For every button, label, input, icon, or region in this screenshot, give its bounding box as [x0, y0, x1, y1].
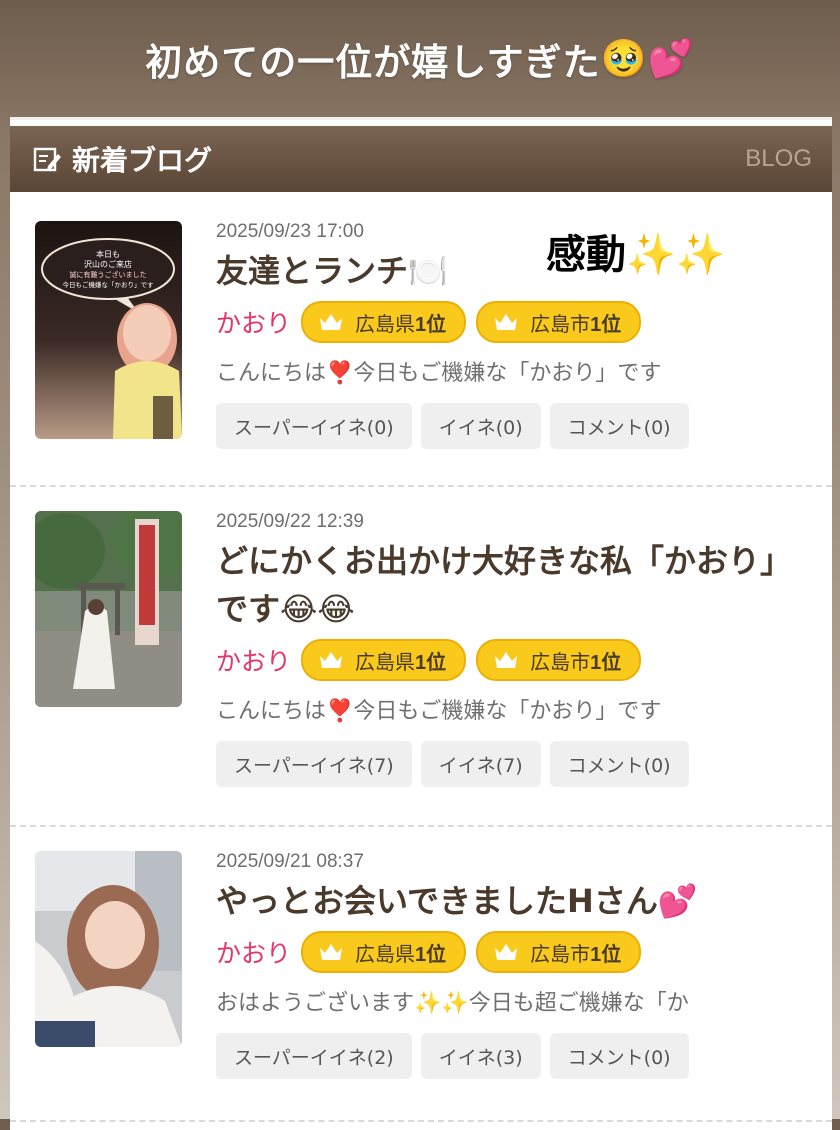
- badge-rank: 1位: [590, 651, 622, 674]
- crown-icon: [320, 314, 343, 330]
- caption-text: 初めての一位が嬉しすぎた: [145, 41, 601, 84]
- rank-badge-prefecture: 広島県 1位: [301, 931, 467, 973]
- blog-link[interactable]: BLOG: [745, 145, 812, 173]
- overlay-caption: 感動✨✨: [546, 222, 726, 280]
- badge-region: 広島県: [355, 941, 416, 966]
- thumbnail-photo: 本日も 沢山のご来店 誠に有難うございました 今日もご機嫌な「かおり」です: [35, 221, 182, 439]
- rank-badge-city: 広島市 1位: [476, 639, 642, 681]
- rank-badge-city: 広島市 1位: [476, 301, 642, 343]
- crown-icon: [495, 652, 518, 668]
- post-date: 2025/09/22 12:39: [216, 511, 364, 532]
- super-like-button[interactable]: スーパーイイネ(7): [216, 741, 412, 787]
- badge-region: 広島市: [530, 941, 591, 966]
- comment-button[interactable]: コメント(0): [549, 741, 689, 787]
- like-button[interactable]: イイネ(3): [420, 1033, 541, 1079]
- caption-emoji: 🥹💕: [600, 37, 695, 80]
- post-excerpt: おはようございます✨✨今日も超ご機嫌な「か: [216, 991, 689, 1016]
- thumb-line-4: 今日もご機嫌な「かおり」です: [63, 280, 155, 289]
- overlay-text: 感動: [546, 232, 626, 278]
- post-thumbnail[interactable]: 本日も 沢山のご来店 誠に有難うございました 今日もご機嫌な「かおり」です: [35, 221, 182, 439]
- blog-post-2[interactable]: 2025/09/22 12:39 どにかくお出かけ大好きな私「かおり」です😂😂 …: [10, 487, 832, 827]
- super-like-button[interactable]: スーパーイイネ(2): [216, 1033, 412, 1079]
- rank-badge-prefecture: 広島県 1位: [301, 639, 467, 681]
- badge-rank: 1位: [415, 313, 447, 336]
- badge-region: 広島市: [530, 649, 591, 674]
- badge-region: 広島県: [355, 311, 416, 336]
- crown-icon: [320, 652, 343, 668]
- super-like-button[interactable]: スーパーイイネ(0): [216, 403, 412, 449]
- blog-section-header: 新着ブログ BLOG: [10, 126, 832, 192]
- post-author[interactable]: かおり: [216, 304, 291, 340]
- post-author[interactable]: かおり: [216, 642, 291, 678]
- badge-rank: 1位: [590, 943, 622, 966]
- crown-icon: [495, 944, 518, 960]
- sparkles-icon: ✨✨: [626, 232, 726, 278]
- post-date: 2025/09/21 08:37: [216, 851, 364, 872]
- edit-note-icon: [33, 147, 61, 172]
- post-excerpt: こんにちは❣️今日もご機嫌な「かおり」です: [216, 699, 662, 724]
- badge-region: 広島県: [355, 649, 416, 674]
- thumb-line-2: 沢山のご来店: [84, 259, 132, 269]
- thumb-line-1: 本日も: [96, 249, 120, 259]
- rank-badge-city: 広島市 1位: [476, 931, 642, 973]
- like-button[interactable]: イイネ(7): [420, 741, 541, 787]
- crown-icon: [320, 944, 343, 960]
- rank-badge-prefecture: 広島県 1位: [301, 301, 467, 343]
- badge-rank: 1位: [415, 943, 447, 966]
- thumb-line-3: 誠に有難うございました: [70, 270, 147, 279]
- thumbnail-photo: [35, 511, 182, 707]
- post-thumbnail[interactable]: [35, 851, 182, 1047]
- crown-icon: [495, 314, 518, 330]
- like-button[interactable]: イイネ(0): [420, 403, 541, 449]
- page-caption: 初めての一位が嬉しすぎた 🥹💕: [0, 0, 840, 118]
- post-title[interactable]: やっとお会いできましたHさん💕: [216, 877, 812, 925]
- post-author[interactable]: かおり: [216, 934, 291, 970]
- section-title: 新着ブログ: [72, 144, 213, 177]
- comment-button[interactable]: コメント(0): [549, 1033, 689, 1079]
- badge-rank: 1位: [590, 313, 622, 336]
- blog-post-3[interactable]: 2025/09/21 08:37 やっとお会いできましたHさん💕 かおり 広島県…: [10, 827, 832, 1122]
- badge-rank: 1位: [415, 651, 447, 674]
- post-title[interactable]: どにかくお出かけ大好きな私「かおり」です😂😂: [216, 537, 812, 633]
- badge-region: 広島市: [530, 311, 591, 336]
- comment-button[interactable]: コメント(0): [549, 403, 689, 449]
- post-excerpt: こんにちは❣️今日もご機嫌な「かおり」です: [216, 361, 662, 386]
- post-thumbnail[interactable]: [35, 511, 182, 707]
- thumbnail-photo: [35, 851, 182, 1047]
